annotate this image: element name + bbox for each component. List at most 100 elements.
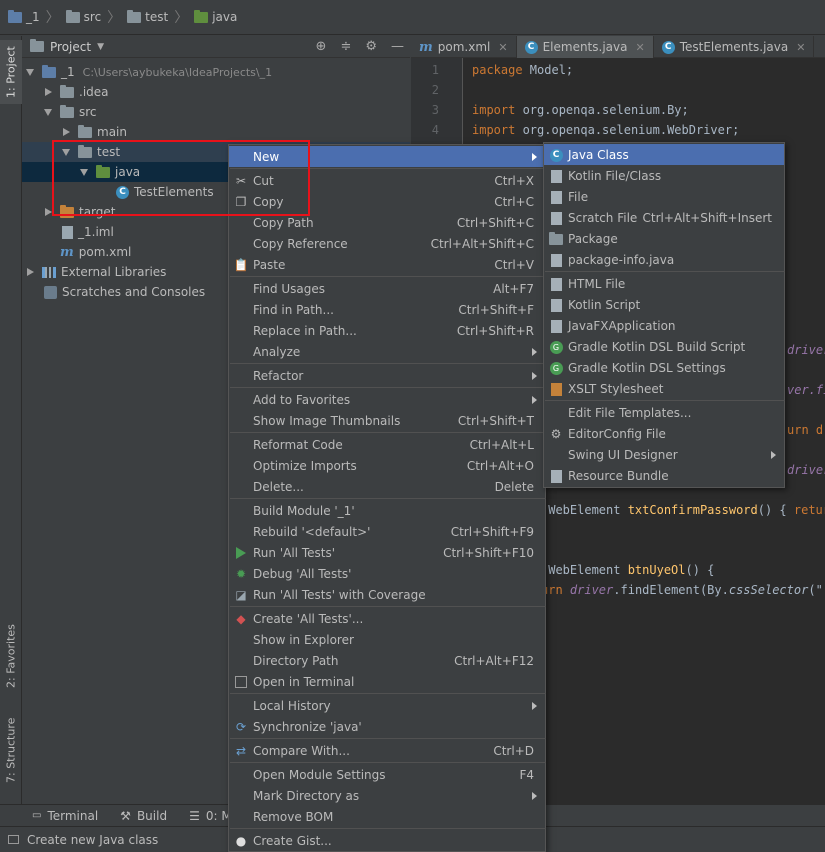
submenu-arrow-icon [532,348,537,356]
menu-item-scratch-file[interactable]: Scratch File Ctrl+Alt+Shift+Insert [544,207,784,228]
collapse-arrow-icon[interactable] [45,88,52,96]
collapse-arrow-icon[interactable] [45,208,52,216]
tool-window-build[interactable]: ⚒ Build [120,809,167,823]
menu-item-debug-all-tests[interactable]: ✹ Debug 'All Tests' [229,563,545,584]
menu-item-delete[interactable]: Delete... Delete [229,476,545,497]
menu-item-xslt-stylesheet[interactable]: XSLT Stylesheet [544,378,784,399]
code-line-4: import org.openqa.selenium.WebDriver; [472,123,740,137]
menu-item-gradle-build-script[interactable]: G Gradle Kotlin DSL Build Script [544,336,784,357]
gear-icon[interactable]: ⚙ [365,39,377,54]
menu-item-refactor[interactable]: Refactor [229,365,545,386]
tool-window-favorites[interactable]: 2: Favorites [0,616,22,696]
close-icon[interactable]: ✕ [635,41,644,54]
menu-item-open-module-settings[interactable]: Open Module Settings F4 [229,764,545,785]
menu-item-add-to-favorites[interactable]: Add to Favorites [229,389,545,410]
left-tool-strip: 1: Project 2: Favorites 7: Structure [0,36,22,804]
resource-bundle-icon [549,469,563,483]
tree-node-src[interactable]: src [22,102,410,122]
breadcrumb-item-java[interactable]: java [194,0,237,34]
locate-icon[interactable]: ⊕ [316,39,327,54]
menu-item-copy[interactable]: ❐ Copy Ctrl+C [229,191,545,212]
tree-node-main[interactable]: main [22,122,410,142]
scissors-icon: ✂ [235,174,247,188]
menu-item-run-with-coverage[interactable]: ◪ Run 'All Tests' with Coverage [229,584,545,605]
scratches-icon [44,285,57,299]
libraries-icon [42,266,56,278]
collapse-arrow-icon[interactable] [27,268,34,276]
breadcrumb-item-src[interactable]: src [65,0,101,34]
menu-item-copy-path[interactable]: Copy Path Ctrl+Shift+C [229,212,545,233]
tab-testelements-java[interactable]: C TestElements.java ✕ [654,36,815,58]
menu-item-rebuild[interactable]: Rebuild '<default>' Ctrl+Shift+F9 [229,521,545,542]
breadcrumb-item-test[interactable]: test [127,0,168,34]
menu-item-reformat-code[interactable]: Reformat Code Ctrl+Alt+L [229,434,545,455]
menu-separator [230,387,546,388]
menu-item-editorconfig-file[interactable]: ⚙ EditorConfig File [544,423,784,444]
menu-item-copy-reference[interactable]: Copy Reference Ctrl+Alt+Shift+C [229,233,545,254]
expand-arrow-icon[interactable] [26,68,34,76]
tree-node-module[interactable]: _1 C:\Users\aybukeka\IdeaProjects\_1 [22,62,410,82]
menu-item-mark-directory-as[interactable]: Mark Directory as [229,785,545,806]
collapse-arrow-icon[interactable] [63,128,70,136]
breadcrumb-item-module[interactable]: _1 [8,0,40,34]
menu-item-run-all-tests[interactable]: Run 'All Tests' Ctrl+Shift+F10 [229,542,545,563]
menu-separator [230,693,546,694]
menu-item-kotlin-file[interactable]: Kotlin File/Class [544,165,784,186]
expand-arrow-icon[interactable] [62,148,70,156]
toggle-tool-windows-icon[interactable] [8,835,19,844]
dropdown-arrow-icon[interactable]: ▼ [97,42,104,52]
expand-arrow-icon[interactable] [80,168,88,176]
menu-item-java-class[interactable]: C Java Class [544,144,784,165]
project-view-selector[interactable]: Project [50,40,91,54]
menu-item-show-in-explorer[interactable]: Show in Explorer [229,629,545,650]
orange-folder-icon [60,204,74,218]
tree-node-idea[interactable]: .idea [22,82,410,102]
menu-item-swing-ui-designer[interactable]: Swing UI Designer [544,444,784,465]
menu-item-cut[interactable]: ✂ Cut Ctrl+X [229,170,545,191]
menu-item-analyze[interactable]: Analyze [229,341,545,362]
menu-item-gradle-settings[interactable]: G Gradle Kotlin DSL Settings [544,357,784,378]
hide-icon[interactable]: — [391,39,404,54]
project-panel-header: Project ▼ ⊕ ≑ ⚙ — [22,36,410,58]
menu-separator [545,271,785,272]
menu-item-remove-bom[interactable]: Remove BOM [229,806,545,827]
menu-item-file[interactable]: File [544,186,784,207]
tool-window-terminal[interactable]: ▭ Terminal [32,809,98,823]
tool-window-project[interactable]: 1: Project [0,40,22,104]
menu-item-create-tests[interactable]: ◆ Create 'All Tests'... [229,608,545,629]
tool-window-structure[interactable]: 7: Structure [0,712,22,788]
expand-arrow-icon[interactable] [44,108,52,116]
tab-elements-java[interactable]: C Elements.java ✕ [516,36,654,58]
chevron-right-icon: 〉 [107,10,122,26]
menu-item-synchronize[interactable]: ⟳ Synchronize 'java' [229,716,545,737]
code-line-3: import org.openqa.selenium.By; [472,103,689,117]
menu-item-paste[interactable]: 📋 Paste Ctrl+V [229,254,545,275]
menu-item-show-image-thumbnails[interactable]: Show Image Thumbnails Ctrl+Shift+T [229,410,545,431]
sync-icon: ⟳ [235,720,247,734]
menu-item-optimize-imports[interactable]: Optimize Imports Ctrl+Alt+O [229,455,545,476]
collapse-all-icon[interactable]: ≑ [340,39,351,54]
menu-item-find-in-path[interactable]: Find in Path... Ctrl+Shift+F [229,299,545,320]
menu-item-package[interactable]: Package [544,228,784,249]
menu-item-replace-in-path[interactable]: Replace in Path... Ctrl+Shift+R [229,320,545,341]
menu-item-create-gist[interactable]: ● Create Gist... [229,830,545,851]
submenu-arrow-icon [532,702,537,710]
menu-item-new[interactable]: New [229,146,545,167]
messages-icon: ☰ [189,808,200,823]
menu-item-kotlin-script[interactable]: Kotlin Script [544,294,784,315]
menu-item-local-history[interactable]: Local History [229,695,545,716]
menu-item-open-in-terminal[interactable]: Open in Terminal [229,671,545,692]
menu-item-javafx-application[interactable]: JavaFXApplication [544,315,784,336]
menu-item-build-module[interactable]: Build Module '_1' [229,500,545,521]
close-icon[interactable]: ✕ [796,41,805,54]
menu-item-directory-path[interactable]: Directory Path Ctrl+Alt+F12 [229,650,545,671]
menu-item-edit-file-templates[interactable]: Edit File Templates... [544,402,784,423]
menu-item-find-usages[interactable]: Find Usages Alt+F7 [229,278,545,299]
menu-item-html-file[interactable]: HTML File [544,273,784,294]
menu-item-package-info[interactable]: package-info.java [544,249,784,270]
xslt-icon [549,382,563,396]
menu-item-compare-with[interactable]: ⇄ Compare With... Ctrl+D [229,740,545,761]
close-icon[interactable]: ✕ [498,41,507,54]
tab-pom-xml[interactable]: m pom.xml ✕ [411,36,517,58]
menu-item-resource-bundle[interactable]: Resource Bundle [544,465,784,486]
